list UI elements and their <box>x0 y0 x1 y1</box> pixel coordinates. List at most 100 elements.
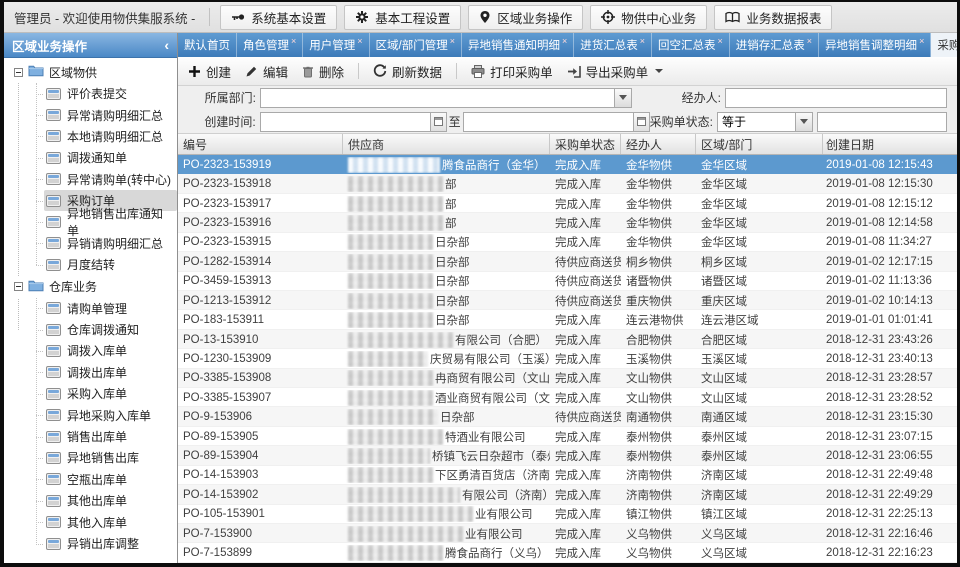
status-op-input[interactable] <box>718 113 795 131</box>
collapse-sidebar-icon[interactable]: ‹ <box>164 37 169 53</box>
created-from-datefield[interactable] <box>260 112 447 132</box>
column-header-created[interactable]: 创建日期 <box>823 134 957 154</box>
table-row[interactable]: PO-3459-153913日杂部待供应商送货诸暨物供诸暨区域2019-01-0… <box>178 272 957 291</box>
table-row[interactable]: PO-7-153899腾食品商行（义乌）完成入库义乌物供义乌区域2018-12-… <box>178 543 957 562</box>
close-icon[interactable]: × <box>640 36 645 46</box>
tab-6[interactable]: 回空汇总表× <box>652 33 730 57</box>
menu-region-operations[interactable]: 区域业务操作 <box>468 5 583 30</box>
table-row[interactable]: PO-14-153903下区勇清百货店（济南）完成入库济南物供济南区域2018-… <box>178 466 957 485</box>
created-to-input[interactable] <box>464 113 633 131</box>
tree-item[interactable]: 异地销售出库通知单 <box>4 211 177 232</box>
menu-project-settings[interactable]: 基本工程设置 <box>344 5 461 30</box>
tree-item[interactable]: 异常请购单(转中心) <box>4 169 177 190</box>
delete-button[interactable]: 删除 <box>302 62 344 81</box>
table-row[interactable]: PO-1282-153914日杂部待供应商送货桐乡物供桐乡区域2019-01-0… <box>178 252 957 271</box>
tree-item[interactable]: 异地销售出库 <box>4 447 177 468</box>
agent-input[interactable] <box>726 89 946 107</box>
menu-supply-center[interactable]: 物供中心业务 <box>590 5 707 30</box>
table-row[interactable]: PO-3385-153908冉商贸有限公司（文山）完成入库文山物供文山区域201… <box>178 369 957 388</box>
table-row[interactable]: PO-2323-153916部完成入库金华物供金华区域2019-01-08 12… <box>178 213 957 232</box>
table-row[interactable]: PO-105-153901业有限公司完成入库镇江物供镇江区域2018-12-31… <box>178 505 957 524</box>
tree-folder-1[interactable]: 仓库业务 <box>4 276 177 298</box>
print-button[interactable]: 打印采购单 <box>471 62 553 81</box>
column-header-agent[interactable]: 经办人 <box>621 134 696 154</box>
tree-item[interactable]: 调拨入库单 <box>4 340 177 361</box>
dropdown-arrow-icon[interactable] <box>795 113 812 131</box>
table-row[interactable]: PO-2323-153917部完成入库金华物供金华区域2019-01-08 12… <box>178 194 957 213</box>
expander-icon[interactable] <box>14 282 23 291</box>
tree-item[interactable]: 异地采购入库单 <box>4 404 177 425</box>
dept-combobox[interactable] <box>260 88 632 108</box>
close-icon[interactable]: × <box>562 36 567 46</box>
agent-field[interactable] <box>725 88 947 108</box>
close-icon[interactable]: × <box>450 36 455 46</box>
table-row[interactable]: PO-183-153911日杂部完成入库连云港物供连云港区域2019-01-01… <box>178 310 957 329</box>
table-row[interactable]: PO-2323-153919腾食品商行（金华）完成入库金华物供金华区域2019-… <box>178 155 957 174</box>
table-row[interactable]: PO-3385-153907酒业商贸有限公司（文山）完成入库文山物供文山区域20… <box>178 388 957 407</box>
calendar-icon[interactable] <box>633 113 649 131</box>
expander-icon[interactable] <box>14 68 23 77</box>
table-row[interactable]: PO-1213-153912日杂部待供应商送货重庆物供重庆区域2019-01-0… <box>178 291 957 310</box>
table-row[interactable]: PO-13-153910有限公司（合肥）完成入库合肥物供合肥区域2018-12-… <box>178 330 957 349</box>
tab-9[interactable]: 采购订单× <box>931 33 957 57</box>
tree-item[interactable]: 异常请购明细汇总 <box>4 104 177 125</box>
tree-item[interactable]: 仓库调拨通知 <box>4 319 177 340</box>
table-row[interactable]: PO-2323-153918部完成入库金华物供金华区域2019-01-08 12… <box>178 174 957 193</box>
tree-item[interactable]: 本地请购明细汇总 <box>4 126 177 147</box>
tree-item[interactable]: 调拨通知单 <box>4 147 177 168</box>
column-header-region[interactable]: 区域/部门 <box>696 134 823 154</box>
created-to-datefield[interactable] <box>463 112 650 132</box>
tab-1[interactable]: 角色管理× <box>237 33 303 57</box>
tree-item[interactable]: 请购单管理 <box>4 298 177 319</box>
menu-data-reports[interactable]: 业务数据报表 <box>714 5 832 30</box>
status-value-input[interactable] <box>818 113 946 131</box>
table-row[interactable]: PO-14-153902有限公司（济南）完成入库济南物供济南区域2018-12-… <box>178 485 957 504</box>
close-icon[interactable]: × <box>919 36 924 46</box>
table-row[interactable]: PO-2323-153915日杂部完成入库金华物供金华区域2019-01-08 … <box>178 233 957 252</box>
table-row[interactable]: PO-89-153904桥镇飞云日杂超市（泰州）完成入库泰州物供泰州区域2018… <box>178 446 957 465</box>
status-value-field[interactable] <box>817 112 947 132</box>
tab-2[interactable]: 用户管理× <box>303 33 369 57</box>
close-icon[interactable]: × <box>807 36 812 46</box>
table-row[interactable]: PO-9-153906日杂部待供应商送货南通物供南通区域2018-12-31 2… <box>178 407 957 426</box>
cell-status: 待供应商送货 <box>550 409 621 425</box>
tree-item[interactable]: 采购入库单 <box>4 383 177 404</box>
table-row[interactable]: PO-1230-153909庆贸易有限公司（玉溪）完成入库玉溪物供玉溪区域201… <box>178 349 957 368</box>
tab-5[interactable]: 进货汇总表× <box>574 33 652 57</box>
tab-8[interactable]: 异地销售调整明细× <box>819 33 931 57</box>
created-from-input[interactable] <box>261 113 430 131</box>
tree-item[interactable]: 月度结转 <box>4 254 177 275</box>
tree-item[interactable]: 调拨出库单 <box>4 362 177 383</box>
column-header-status[interactable]: 采购单状态 <box>550 134 621 154</box>
cell-created: 2019-01-08 11:34:27 <box>823 236 957 248</box>
column-header-id[interactable]: 编号 <box>178 134 343 154</box>
close-icon[interactable]: × <box>357 36 362 46</box>
export-button[interactable]: 导出采购单 <box>567 62 664 81</box>
table-row[interactable]: PO-89-153905特酒业有限公司完成入库泰州物供泰州区域2018-12-3… <box>178 427 957 446</box>
dropdown-arrow-icon[interactable] <box>614 89 631 107</box>
tab-7[interactable]: 进销存汇总表× <box>730 33 819 57</box>
close-icon[interactable]: × <box>718 36 723 46</box>
tab-0[interactable]: 默认首页 <box>178 33 237 57</box>
menu-system-settings[interactable]: 系统基本设置 <box>220 5 337 30</box>
refresh-button[interactable]: 刷新数据 <box>373 62 442 81</box>
dept-input[interactable] <box>261 89 614 107</box>
edit-button[interactable]: 编辑 <box>245 62 288 81</box>
calendar-icon[interactable] <box>430 113 446 131</box>
tree-item[interactable]: 其他入库单 <box>4 511 177 532</box>
tree-item[interactable]: 评价表提交 <box>4 83 177 104</box>
tree-folder-0[interactable]: 区域物供 <box>4 61 177 83</box>
tree-item[interactable]: 异销请购明细汇总 <box>4 233 177 254</box>
close-icon[interactable]: × <box>291 36 296 46</box>
column-header-supplier[interactable]: 供应商 <box>343 134 550 154</box>
tree-item[interactable]: 异销出库调整 <box>4 533 177 554</box>
tab-3[interactable]: 区域/部门管理× <box>370 33 462 57</box>
supplier-text: 特酒业有限公司 <box>445 429 526 445</box>
status-op-combobox[interactable] <box>717 112 813 132</box>
tree-item[interactable]: 其他出库单 <box>4 490 177 511</box>
create-button[interactable]: 创建 <box>188 62 231 81</box>
tree-item[interactable]: 空瓶出库单 <box>4 469 177 490</box>
table-row[interactable]: PO-7-153900业有限公司完成入库义乌物供义乌区域2018-12-31 2… <box>178 524 957 543</box>
tree-item[interactable]: 销售出库单 <box>4 426 177 447</box>
tab-4[interactable]: 异地销售通知明细× <box>462 33 574 57</box>
